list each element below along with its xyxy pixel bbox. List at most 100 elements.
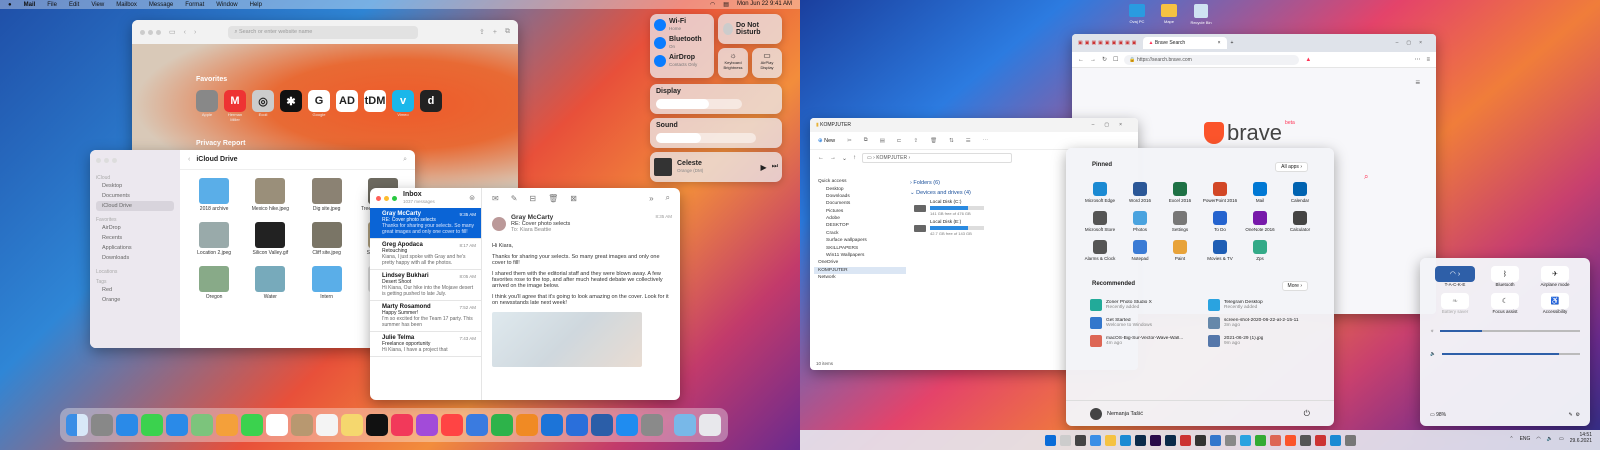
pinned-app[interactable]: Paint: [1158, 240, 1202, 261]
message-list-item[interactable]: Lindsey Bukhari Desert Shoot Hi Kiana, Our…: [370, 270, 481, 301]
menu-icon[interactable]: ≡: [1426, 57, 1430, 63]
bookmark-icon[interactable]: ☐: [1113, 56, 1118, 63]
message-list-item[interactable]: Marty Rosamond Happy Summer! I'm so excite…: [370, 301, 481, 332]
brave-shields-icon[interactable]: ▲: [1305, 57, 1311, 63]
mail-dock-icon[interactable]: [166, 414, 188, 436]
archive-icon[interactable]: ⊟: [529, 194, 536, 203]
search-icon[interactable]: ⌕: [403, 156, 407, 164]
explorer-taskbar-icon[interactable]: [1104, 434, 1116, 446]
safari-dock-icon[interactable]: [116, 414, 138, 436]
menu-window[interactable]: Window: [216, 2, 237, 8]
pinned-app[interactable]: Settings: [1158, 211, 1202, 232]
widgets-icon[interactable]: [1089, 434, 1101, 446]
pinned-app[interactable]: OneNote 2016: [1238, 211, 1282, 232]
sidebar-item[interactable]: DESKTOP: [814, 222, 906, 229]
pinned-app[interactable]: Photos: [1118, 211, 1162, 232]
pinned-app[interactable]: Mail: [1238, 182, 1282, 203]
sidebar-icon[interactable]: ▭: [169, 28, 176, 36]
settings-icon[interactable]: ⚙: [1576, 412, 1580, 418]
sidebar-item[interactable]: Downloads: [814, 193, 906, 200]
favorite-tile[interactable]: AD: [336, 90, 358, 122]
sidebar-item[interactable]: Adobe: [814, 215, 906, 222]
recommended-item[interactable]: Telegram Desktop Recently added: [1208, 299, 1326, 311]
pinned-app[interactable]: Excel 2016: [1158, 182, 1202, 203]
message-list-item[interactable]: Gray McCarty RE: Cover photo selects Thank…: [370, 208, 481, 239]
podcasts-dock-icon[interactable]: [416, 414, 438, 436]
contacts-dock-icon[interactable]: [291, 414, 313, 436]
finder-dock-icon[interactable]: [66, 414, 88, 436]
view-icon[interactable]: ☰: [966, 138, 971, 144]
recommended-item[interactable]: screen-shot-2020-06-22-at-2-15-11 3m ago: [1208, 317, 1326, 329]
music-dock-icon[interactable]: [391, 414, 413, 436]
messages-dock-icon[interactable]: [141, 414, 163, 436]
menu-file[interactable]: File: [47, 2, 57, 8]
paste-icon[interactable]: ▤: [880, 138, 885, 144]
forward-icon[interactable]: →: [1090, 57, 1096, 63]
control-center-icon[interactable]: ▤: [723, 1, 729, 8]
favorite-tile[interactable]: ✱: [280, 90, 302, 122]
up-icon[interactable]: ↑: [853, 155, 856, 161]
search-taskbar-icon[interactable]: [1059, 434, 1071, 446]
app2-taskbar-icon[interactable]: [1194, 434, 1206, 446]
sidebar-item-downloads[interactable]: Downloads: [96, 253, 174, 263]
sound-slider[interactable]: [656, 133, 756, 143]
rename-icon[interactable]: ⊏: [897, 138, 902, 144]
volume-tray-icon[interactable]: 🔈: [1547, 436, 1553, 442]
airplay-display-button[interactable]: ▭ AirPlay Display: [752, 48, 782, 78]
apple-icon[interactable]: ●: [8, 2, 12, 8]
file-item[interactable]: 2018 archive: [186, 178, 242, 212]
recommended-item[interactable]: macOS-Big-Sur-Vector-Wave-Wall... 4m ago: [1090, 335, 1208, 347]
app4-taskbar-icon[interactable]: [1224, 434, 1236, 446]
favorite-tile[interactable]: tDM: [364, 90, 386, 122]
bluetooth-tile[interactable]: ᛒ Bluetooth: [1480, 266, 1530, 287]
battery-saver-tile[interactable]: ❧ Battery saver: [1430, 293, 1480, 314]
calendar-dock-icon[interactable]: [266, 414, 288, 436]
app-store-dock-icon[interactable]: [616, 414, 638, 436]
menu-edit[interactable]: Edit: [69, 2, 79, 8]
window-controls[interactable]: –▢×: [1396, 40, 1430, 46]
app7-taskbar-icon[interactable]: [1299, 434, 1311, 446]
lightroom-taskbar-icon[interactable]: [1164, 434, 1176, 446]
back-icon[interactable]: ‹: [188, 156, 190, 163]
share-icon[interactable]: ⇪: [479, 28, 485, 36]
menu-message[interactable]: Message: [149, 2, 173, 8]
file-item[interactable]: Mexico hike.jpeg: [242, 178, 298, 212]
cut-icon[interactable]: ✂: [847, 138, 852, 144]
forward-icon[interactable]: ›: [194, 29, 196, 36]
telegram-taskbar-icon[interactable]: [1239, 434, 1251, 446]
file-item[interactable]: Location 2.jpeg: [186, 222, 242, 256]
hamburger-icon[interactable]: ≡: [1415, 78, 1420, 87]
trash-dock-icon[interactable]: [699, 414, 721, 436]
wifi-tile[interactable]: ◠ › T-A-C-K-E: [1430, 266, 1480, 287]
file-item[interactable]: Silicon Valley.gif: [242, 222, 298, 256]
launchpad-dock-icon[interactable]: [91, 414, 113, 436]
search-icon[interactable]: ⌕: [666, 193, 670, 203]
extensions-icon[interactable]: ⋯: [1414, 56, 1420, 63]
instruments-dock-icon[interactable]: [591, 414, 613, 436]
airdrop-toggle[interactable]: AirDrop Contacts Only: [654, 54, 710, 68]
file-item[interactable]: Dig site.jpeg: [299, 178, 355, 212]
sidebar-item[interactable]: Surface wallpapers: [814, 237, 906, 244]
back-icon[interactable]: ‹: [184, 29, 186, 36]
back-icon[interactable]: ←: [1078, 57, 1084, 63]
favorite-tile[interactable]: d: [420, 90, 442, 122]
menu-mailbox[interactable]: Mailbox: [116, 2, 137, 8]
sidebar-item[interactable]: Desktop: [814, 185, 906, 192]
message-list-item[interactable]: Greg Apodaca Retouching Kiana, I just spok…: [370, 239, 481, 270]
pinned-app[interactable]: Movies & TV: [1198, 240, 1242, 261]
delete-icon[interactable]: 🗑: [930, 138, 937, 144]
bluetooth-toggle[interactable]: Bluetooth On: [654, 36, 710, 50]
user-avatar[interactable]: [1090, 407, 1102, 420]
pinned-app[interactable]: Calendar: [1278, 182, 1322, 203]
favorite-tile[interactable]: v Vimeo: [392, 90, 414, 122]
photoshop-taskbar-icon[interactable]: [1134, 434, 1146, 446]
pinned-app[interactable]: Alarms & Clock: [1078, 240, 1122, 261]
accessibility-tile[interactable]: ♿ Accessibility: [1530, 293, 1580, 314]
pinned-app[interactable]: To Do: [1198, 211, 1242, 232]
sidebar-item[interactable]: KOMPJUTER: [814, 266, 906, 274]
filter-icon[interactable]: ⊜: [469, 194, 475, 202]
menu-view[interactable]: View: [91, 2, 104, 8]
power-icon[interactable]: ⏻: [1304, 409, 1310, 419]
tag-orange[interactable]: Orange: [96, 295, 174, 305]
menu-format[interactable]: Format: [185, 2, 204, 8]
